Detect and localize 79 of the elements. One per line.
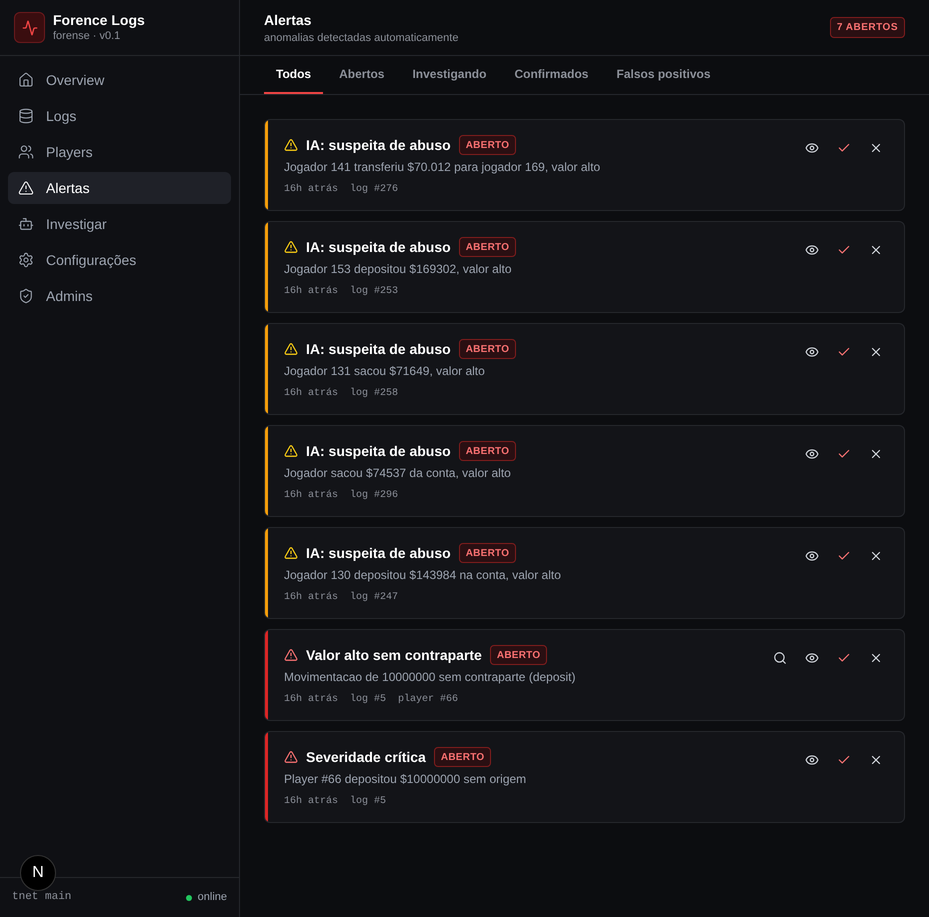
page-title: Alertas: [264, 10, 312, 30]
alert-description: Jogador 131 sacou $71649, valor alto: [284, 363, 486, 380]
alert-title: IA: suspeita de abuso: [306, 238, 451, 257]
alert-description: Jogador 153 depositou $169302, valor alto: [284, 261, 513, 278]
alert-title: IA: suspeita de abuso: [306, 442, 451, 461]
close-icon: [869, 753, 883, 767]
nav-item[interactable]: Alertas: [8, 172, 231, 204]
alert-meta: 16h atrás: [284, 386, 338, 401]
page-subtitle: anomalias detectadas automaticamente: [264, 30, 458, 46]
filter-tab[interactable]: Confirmados: [502, 56, 600, 94]
close-icon: [869, 549, 883, 563]
alert-description: Jogador 141 transferiu $70.012 para jogador 169, valor alto: [284, 159, 602, 176]
nav-item[interactable]: Overview: [8, 64, 231, 96]
alert-meta: 16h atrás: [284, 488, 338, 503]
alert-description: Player #66 depositou $10000000 sem origem: [284, 771, 528, 788]
alert-meta: 16h atrás: [284, 692, 338, 707]
nav-item[interactable]: Investigar: [8, 208, 231, 240]
eye-icon: [805, 243, 819, 257]
alert-meta: 16h atrás: [284, 794, 338, 809]
alert-meta: log #5: [350, 794, 386, 809]
close-icon: [869, 345, 883, 359]
status-badge: ABERTO: [458, 237, 516, 257]
settings-icon: [18, 252, 34, 268]
nav-item[interactable]: Admins: [8, 280, 231, 312]
alert-meta: log #247: [350, 590, 398, 605]
branch-label: tnet main: [12, 890, 72, 906]
status-badge: ABERTO: [458, 339, 516, 359]
filter-tab[interactable]: Abertos: [327, 56, 396, 94]
eye-icon: [805, 345, 819, 359]
alert-meta: 16h atrás: [284, 182, 338, 197]
nav-item[interactable]: Configurações: [8, 244, 231, 276]
alert-meta: player #66: [398, 692, 458, 707]
dev-badge[interactable]: N: [20, 855, 56, 891]
alert-meta: 16h atrás: [284, 590, 338, 605]
alert-meta: log #276: [350, 182, 398, 197]
database-icon: [18, 108, 34, 124]
users-icon: [18, 144, 34, 160]
eye-icon: [805, 141, 819, 155]
logo-icon: [14, 12, 45, 43]
app-version: forense · v0.1: [53, 28, 122, 44]
alert-meta: log #258: [350, 386, 398, 401]
status-label: online: [198, 890, 227, 906]
home-icon: [18, 72, 34, 88]
status-badge: ABERTO: [434, 747, 492, 767]
alert-title: IA: suspeita de abuso: [306, 136, 451, 155]
alert-title: IA: suspeita de abuso: [306, 544, 451, 563]
alert-description: Movimentacao de 10000000 sem contraparte (deposit): [284, 669, 577, 686]
robot-icon: [18, 216, 34, 232]
close-icon: [869, 243, 883, 257]
alert-description: Jogador 130 depositou $143984 na conta, valor alto: [284, 567, 562, 584]
alert-meta: 16h atrás: [284, 284, 338, 299]
eye-icon: [805, 447, 819, 461]
nav-item[interactable]: Players: [8, 136, 231, 168]
search-icon: [773, 651, 787, 665]
close-icon: [869, 447, 883, 461]
eye-icon: [805, 753, 819, 767]
alert-title: IA: suspeita de abuso: [306, 340, 451, 359]
filter-tab[interactable]: Investigando: [400, 56, 498, 94]
alert-description: Jogador sacou $74537 da conta, valor alto: [284, 465, 512, 482]
eye-icon: [805, 651, 819, 665]
alert-meta: log #253: [350, 284, 398, 299]
filter-tab[interactable]: Todos: [264, 56, 324, 94]
eye-icon: [805, 549, 819, 563]
shield-icon: [18, 288, 34, 304]
alert-meta: log #296: [350, 488, 398, 503]
nav-item[interactable]: Logs: [8, 100, 231, 132]
alert-title: Valor alto sem contraparte: [306, 646, 482, 665]
close-icon: [869, 651, 883, 665]
open-count-badge: 7 ABERTOS: [830, 17, 905, 38]
status-badge: ABERTO: [458, 441, 516, 461]
close-icon: [869, 141, 883, 155]
app-title: Forence Logs: [53, 12, 145, 28]
status-badge: ABERTO: [458, 135, 516, 155]
filter-tab[interactable]: Falsos positivos: [604, 56, 723, 94]
status-badge: ABERTO: [458, 543, 516, 563]
warning-icon: [18, 180, 34, 196]
alert-title: Severidade crítica: [306, 748, 426, 766]
alert-meta: log #5: [350, 692, 386, 707]
status-badge: ABERTO: [490, 645, 548, 665]
